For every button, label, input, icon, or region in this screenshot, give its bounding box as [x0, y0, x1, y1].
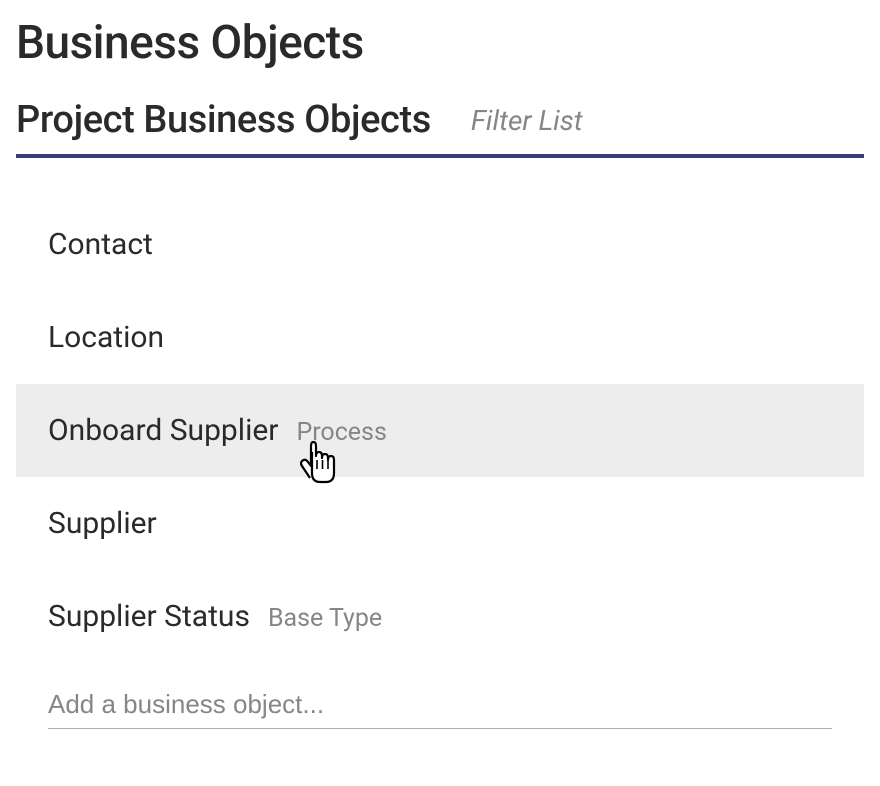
business-object-list: Contact Location Onboard Supplier Proces… [16, 198, 864, 729]
item-subtype: Process [296, 418, 386, 447]
section-title: Project Business Objects [16, 98, 431, 142]
add-input-container [16, 663, 864, 729]
item-label: Contact [48, 227, 153, 262]
item-label: Supplier Status [48, 599, 250, 634]
list-item-onboard-supplier[interactable]: Onboard Supplier Process [16, 384, 864, 477]
list-item-contact[interactable]: Contact [16, 198, 864, 291]
item-label: Location [48, 320, 164, 355]
list-item-location[interactable]: Location [16, 291, 864, 384]
page-title: Business Objects [16, 16, 864, 70]
list-item-supplier-status[interactable]: Supplier Status Base Type [16, 570, 864, 663]
filter-list-link[interactable]: Filter List [471, 104, 583, 137]
item-label: Onboard Supplier [48, 413, 278, 448]
section-header: Project Business Objects Filter List [16, 98, 864, 158]
item-subtype: Base Type [268, 604, 382, 633]
list-item-supplier[interactable]: Supplier [16, 477, 864, 570]
item-label: Supplier [48, 506, 157, 541]
add-business-object-input[interactable] [48, 681, 832, 729]
